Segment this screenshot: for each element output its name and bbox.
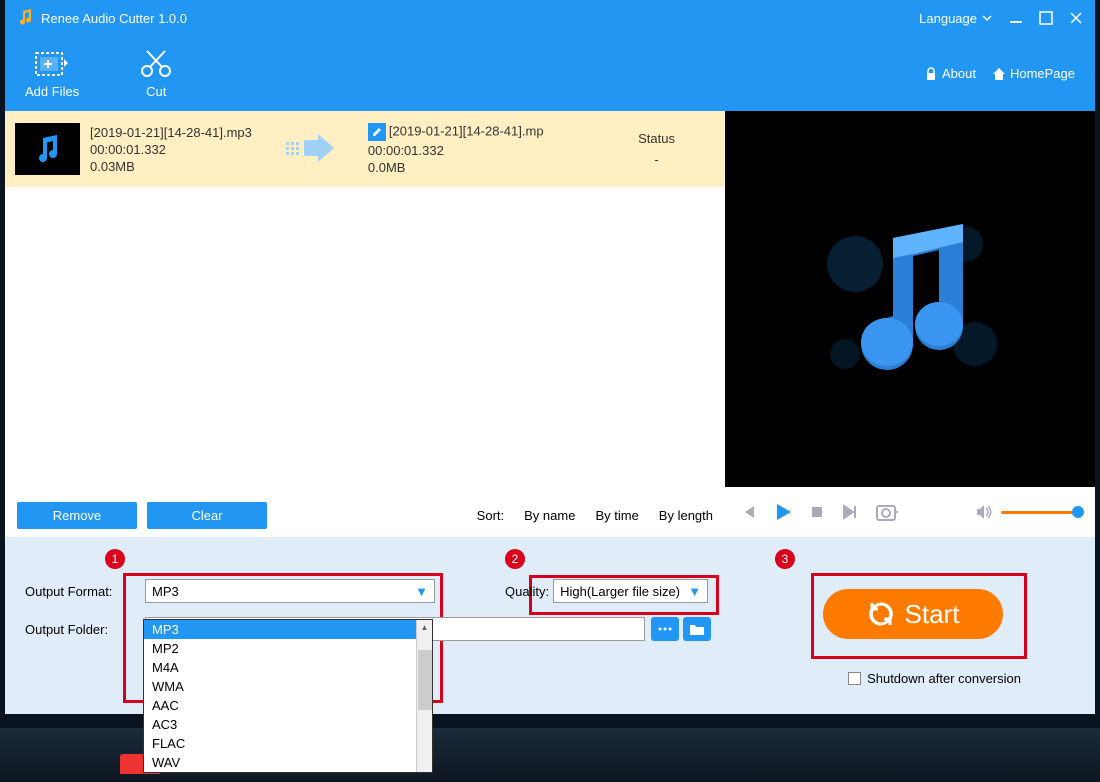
sort-by-time[interactable]: By time — [595, 508, 638, 523]
app-icon — [17, 8, 35, 29]
badge-1: 1 — [105, 549, 125, 569]
source-duration: 00:00:01.332 — [90, 142, 252, 157]
format-option[interactable]: AAC — [144, 696, 432, 715]
preview-panel — [725, 111, 1095, 537]
toolbar: Add Files Cut About HomePage — [5, 36, 1095, 111]
more-button[interactable] — [651, 617, 679, 641]
language-menu[interactable]: Language — [919, 11, 993, 26]
play-icon[interactable] — [773, 502, 793, 522]
chevron-down-icon — [981, 12, 993, 24]
format-dropdown[interactable]: MP3 MP2 M4A WMA AAC AC3 FLAC WAV ▴ — [143, 619, 433, 773]
preview-video — [725, 111, 1095, 487]
format-option[interactable]: M4A — [144, 658, 432, 677]
camera-icon[interactable] — [875, 502, 899, 522]
format-option[interactable]: MP2 — [144, 639, 432, 658]
chevron-down-icon: ▼ — [415, 584, 428, 599]
start-button[interactable]: Start — [823, 589, 1003, 639]
scrollbar[interactable]: ▴ — [416, 620, 432, 772]
stop-icon[interactable] — [809, 504, 825, 520]
file-list: [2019-01-21][14-28-41].mp3 00:00:01.332 … — [5, 111, 725, 537]
file-thumbnail — [15, 123, 80, 175]
maximize-icon[interactable] — [1039, 11, 1053, 25]
badge-2: 2 — [505, 549, 525, 569]
source-size: 0.03MB — [90, 159, 252, 174]
chevron-down-icon: ▼ — [688, 584, 701, 599]
format-option[interactable]: AC3 — [144, 715, 432, 734]
badge-3: 3 — [775, 549, 795, 569]
browse-folder-button[interactable] — [683, 617, 711, 641]
cut-button[interactable]: Cut — [139, 49, 173, 99]
prev-icon[interactable] — [739, 503, 757, 521]
close-icon[interactable] — [1069, 11, 1083, 25]
output-folder-label: Output Folder: — [25, 622, 145, 637]
home-icon — [992, 67, 1006, 81]
app-title: Renee Audio Cutter 1.0.0 — [41, 11, 187, 26]
arrow-icon — [282, 134, 338, 165]
dest-size: 0.0MB — [368, 160, 544, 175]
remove-button[interactable]: Remove — [17, 502, 137, 529]
volume-slider[interactable] — [1001, 511, 1081, 514]
next-icon[interactable] — [841, 503, 859, 521]
about-link[interactable]: About — [924, 66, 976, 81]
dest-filename: [2019-01-21][14-28-41].mp — [368, 123, 544, 141]
volume-icon[interactable] — [975, 503, 993, 521]
add-files-button[interactable]: Add Files — [25, 49, 79, 99]
format-option[interactable]: WMA — [144, 677, 432, 696]
sort-by-length[interactable]: By length — [659, 508, 713, 523]
output-format-label: Output Format: — [25, 584, 145, 599]
status-value: - — [638, 152, 675, 167]
shutdown-checkbox[interactable]: Shutdown after conversion — [848, 671, 1021, 686]
quality-select[interactable]: High(Larger file size) ▼ — [553, 579, 708, 603]
quality-label: Quality: — [505, 584, 549, 599]
dest-duration: 00:00:01.332 — [368, 143, 544, 158]
sort-label: Sort: — [477, 508, 504, 523]
homepage-link[interactable]: HomePage — [992, 66, 1075, 81]
source-filename: [2019-01-21][14-28-41].mp3 — [90, 125, 252, 140]
checkbox-icon — [848, 672, 861, 685]
edit-icon[interactable] — [368, 123, 386, 141]
clear-button[interactable]: Clear — [147, 502, 267, 529]
format-option[interactable]: FLAC — [144, 734, 432, 753]
format-option[interactable]: WAV — [144, 753, 432, 772]
sort-by-name[interactable]: By name — [524, 508, 575, 523]
lock-icon — [924, 67, 938, 81]
file-row[interactable]: [2019-01-21][14-28-41].mp3 00:00:01.332 … — [5, 111, 725, 187]
format-option[interactable]: MP3 — [144, 620, 432, 639]
refresh-icon — [867, 600, 895, 628]
player-controls — [725, 487, 1095, 537]
output-format-select[interactable]: MP3 ▼ — [145, 579, 435, 603]
minimize-icon[interactable] — [1009, 11, 1023, 25]
status-header: Status — [638, 131, 675, 146]
titlebar: Renee Audio Cutter 1.0.0 Language — [5, 0, 1095, 36]
